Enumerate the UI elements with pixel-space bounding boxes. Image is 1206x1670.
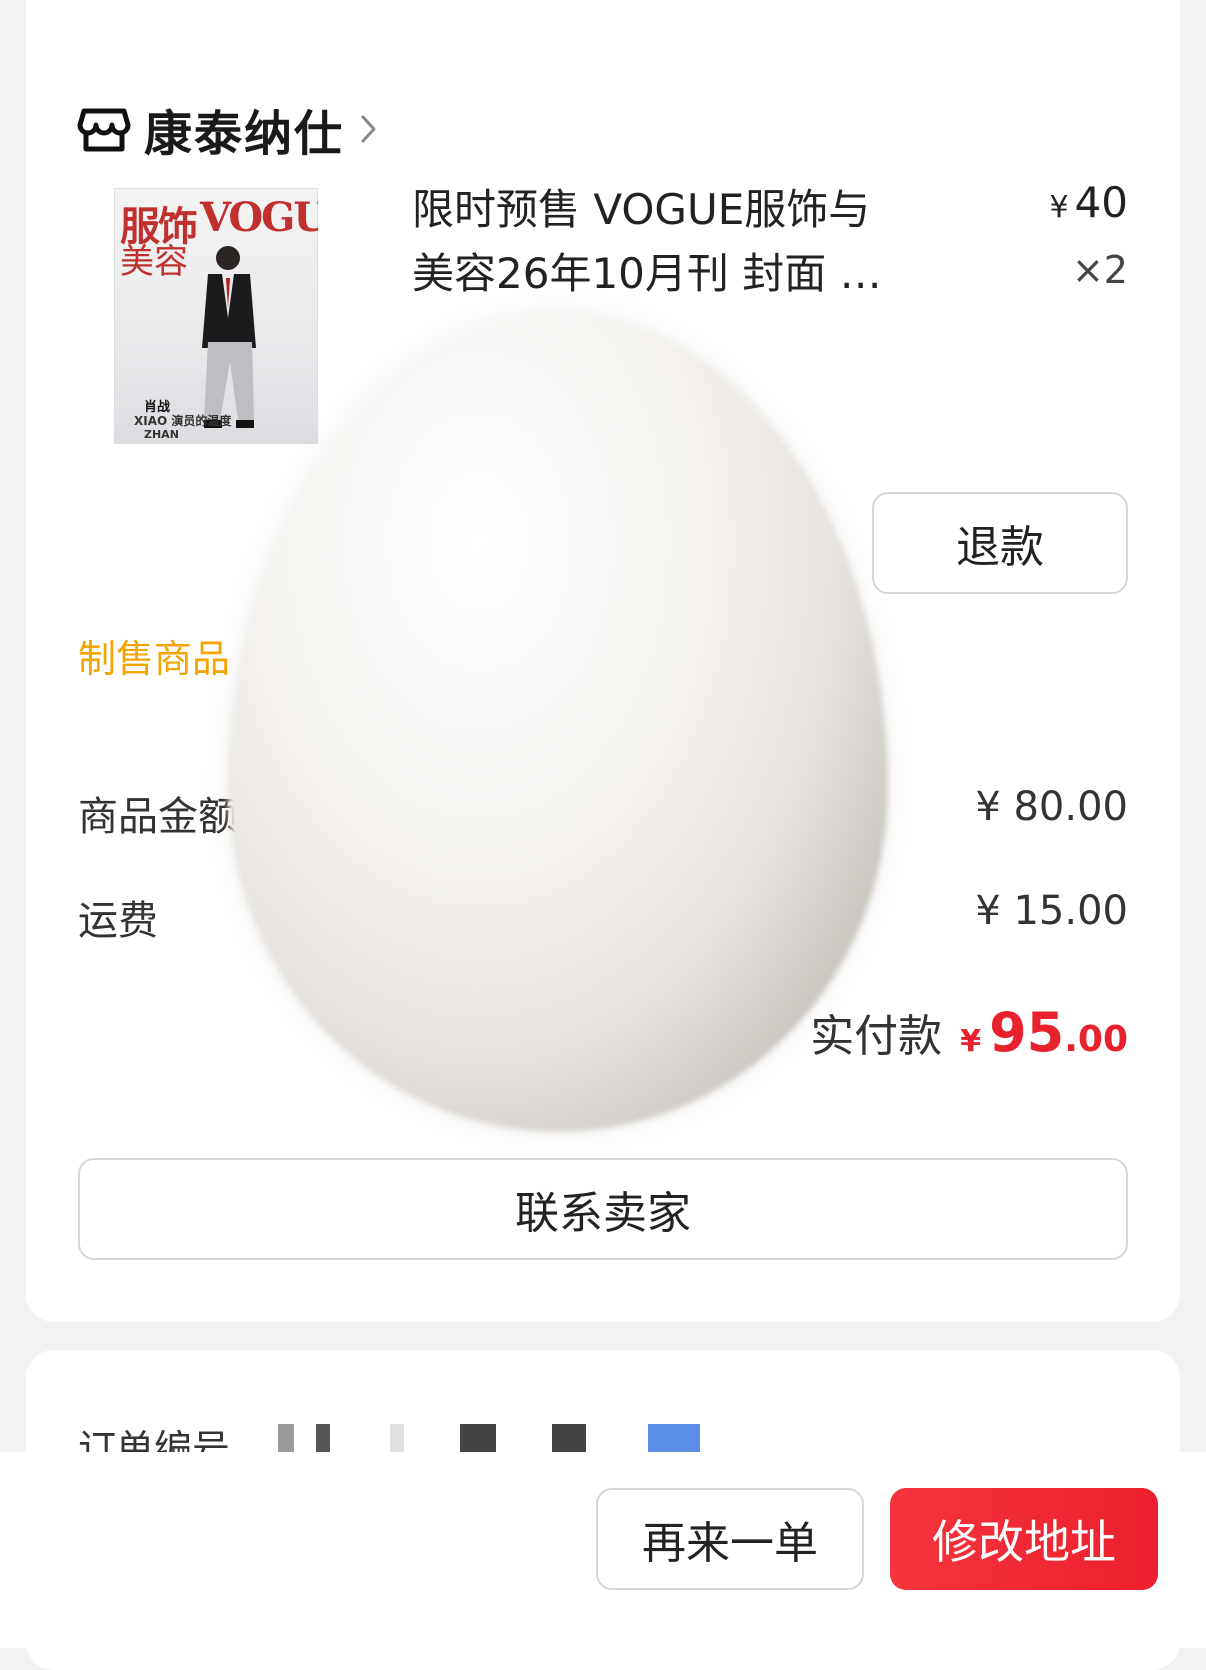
chevron-right-icon — [361, 115, 376, 143]
cover-figure-image — [202, 246, 256, 428]
product-title-line-2: 美容26年10月刊 封面 … — [412, 249, 882, 298]
reorder-button[interactable]: 再来一单 — [596, 1488, 864, 1590]
product-quantity: ×2 — [1071, 248, 1128, 292]
thumbnail-cover-name-en: ZHAN — [144, 428, 179, 441]
presale-note: 制售商品 — [78, 637, 231, 681]
paid-amount: 实付款 ¥ 95 .00 — [810, 1000, 1128, 1064]
product-thumbnail[interactable]: 服饰 美容 VOGUE 肖战 XIAO 演员的温度 ZHAN — [114, 188, 318, 444]
shop-name: 康泰纳仕 — [144, 106, 345, 162]
shipping-label: 运费 — [78, 898, 158, 944]
paid-decimal: .00 — [1064, 1019, 1128, 1060]
thumbnail-masthead-cn-2: 美容 — [120, 242, 188, 282]
product-price: ¥40 — [1049, 178, 1128, 227]
product-title-line-1: 限时预售 VOGUE服饰与 — [412, 185, 871, 234]
price-currency: ¥ — [1049, 190, 1069, 225]
thumbnail-masthead-en: VOGUE — [200, 194, 318, 241]
shipping-value: ¥ 15.00 — [975, 888, 1128, 934]
modify-address-button[interactable]: 修改地址 — [890, 1488, 1158, 1590]
product-title[interactable]: 限时预售 VOGUE服饰与 美容26年10月刊 封面 … — [412, 178, 932, 306]
contact-seller-button[interactable]: 联系卖家 — [78, 1158, 1128, 1260]
paid-label: 实付款 — [810, 1011, 943, 1062]
thumbnail-cover-line: XIAO 演员的温度 — [134, 414, 232, 428]
goods-amount-value: ¥ 80.00 — [975, 784, 1128, 830]
paid-currency: ¥ — [960, 1024, 982, 1059]
paid-integer: 95 — [989, 1001, 1065, 1064]
store-icon — [77, 108, 131, 152]
shop-header[interactable]: 康泰纳仕 — [76, 94, 380, 164]
goods-amount-label: 商品金额 — [78, 794, 238, 840]
price-value: 40 — [1074, 178, 1128, 227]
refund-button[interactable]: 退款 — [872, 492, 1128, 594]
